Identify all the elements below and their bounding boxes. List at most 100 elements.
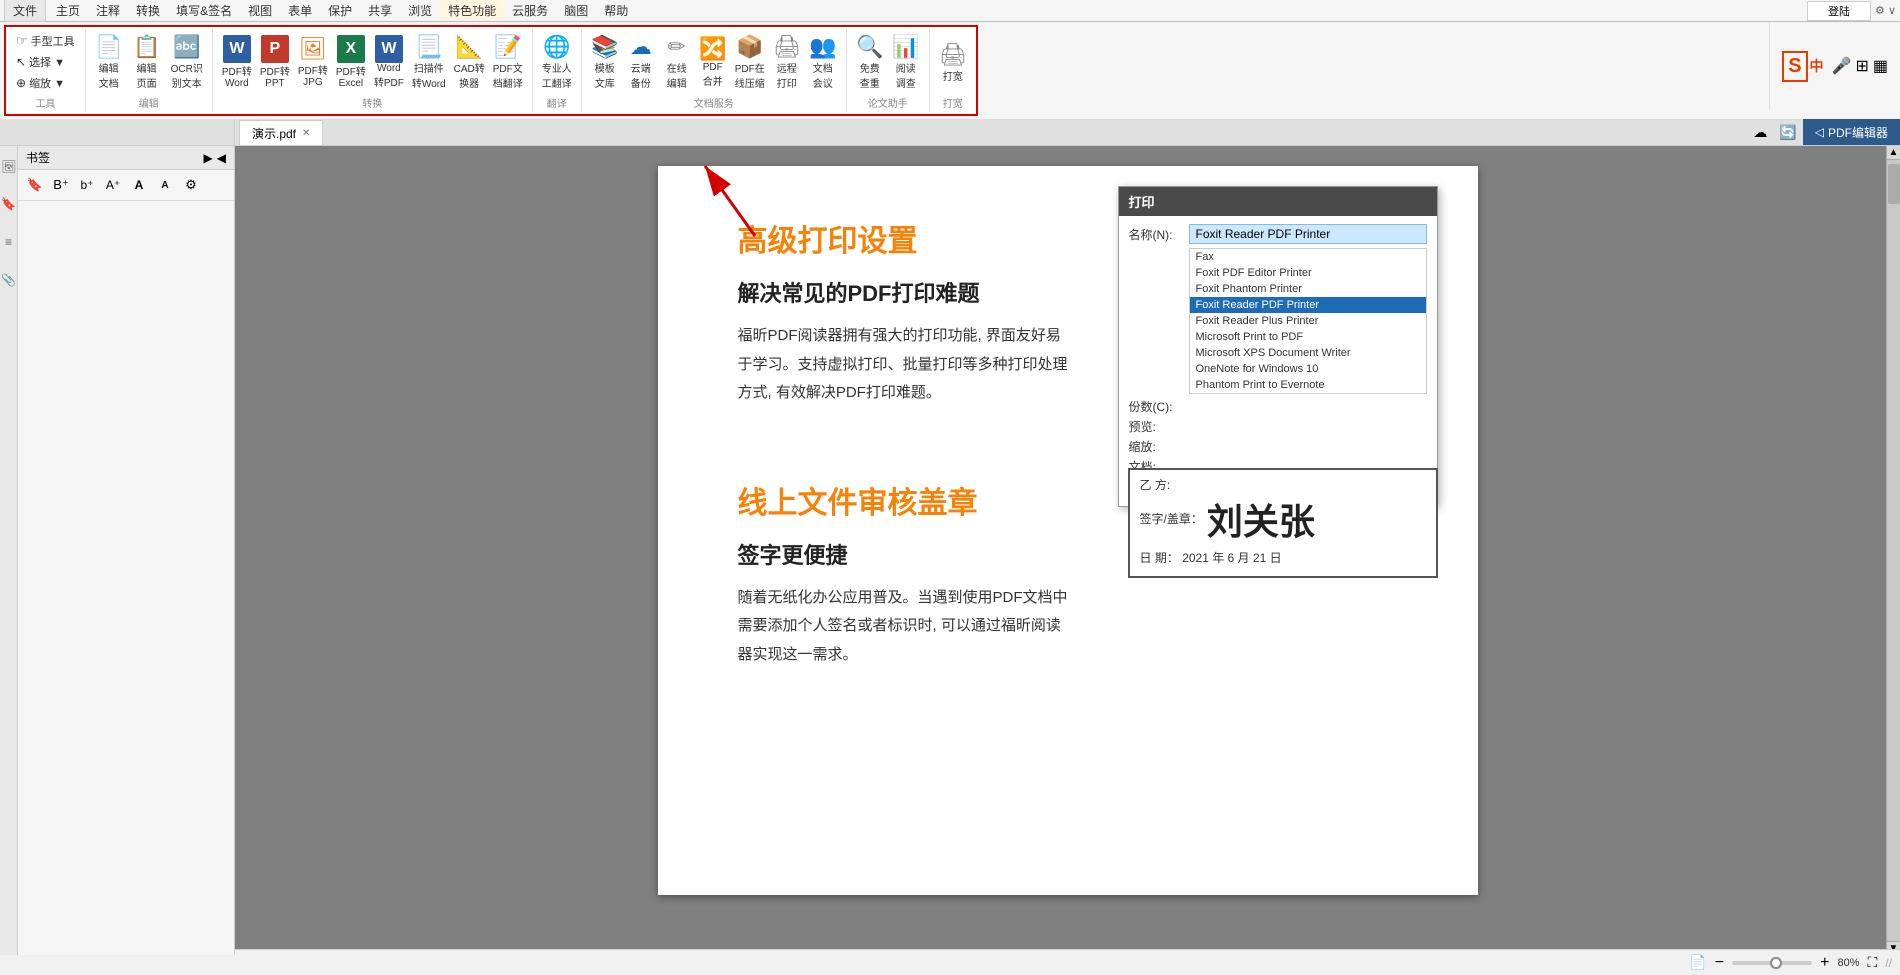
ribbon-convert-group: W PDF转Word P PDF转PPT 🖼 PDF转JPG X PDF转Exc… — [213, 29, 533, 112]
search-input-area[interactable]: 登陆 — [1807, 1, 1871, 21]
pdf-translate-btn[interactable]: 📝 PDF文档翻译 — [490, 32, 526, 92]
menu-mindmap[interactable]: 脑图 — [556, 0, 596, 21]
bookmark-collapse-icon[interactable]: ◀ — [217, 151, 226, 165]
doc-meeting-btn[interactable]: 👥 文档会议 — [806, 32, 840, 92]
print-name-input[interactable]: Foxit Reader PDF Printer — [1189, 224, 1427, 244]
ocr-btn[interactable]: 🔤 OCR识别文本 — [168, 32, 206, 92]
print-action-btn[interactable]: 🖨 打宽 — [936, 40, 970, 85]
printer-fax[interactable]: Fax — [1190, 249, 1426, 265]
printer-foxit-phantom[interactable]: Foxit Phantom Printer — [1190, 281, 1426, 297]
content-area: 高级打印设置 解决常见的PDF打印难题 福昕PDF阅读器拥有强大的打印功能, 界… — [235, 146, 1900, 955]
rename-btn[interactable]: A⁺ — [102, 174, 124, 196]
apps-icon[interactable]: ▦ — [1873, 56, 1888, 76]
add-child-btn[interactable]: b⁺ — [76, 174, 98, 196]
scrollbar[interactable]: ▲ ▼ — [1886, 146, 1900, 955]
pdf-to-excel-btn[interactable]: X PDF转Excel — [333, 33, 369, 91]
section1: 高级打印设置 解决常见的PDF打印难题 福昕PDF阅读器拥有强大的打印功能, 界… — [738, 216, 1398, 408]
menu-view[interactable]: 视图 — [240, 0, 280, 21]
online-edit-btn[interactable]: ✏ 在线编辑 — [660, 32, 694, 92]
zoom-slider-thumb[interactable] — [1770, 957, 1782, 969]
fullscreen-btn[interactable]: ⛶ — [1864, 954, 1882, 971]
signature-box: 乙 方: 签字/盖章： 刘关张 日 期： 2021 年 6 月 21 日 — [1128, 468, 1438, 578]
cad-btn[interactable]: 📐 CAD转换器 — [451, 32, 488, 92]
printer-evernote[interactable]: Phantom Print to Evernote — [1190, 377, 1426, 393]
layers-icon[interactable]: ≡ — [1, 226, 17, 258]
menu-home[interactable]: 主页 — [48, 0, 88, 21]
cloud-icon[interactable]: ☁ — [1747, 120, 1773, 145]
select-tool-btn[interactable]: ↖ 选择 ▼ — [12, 52, 79, 72]
read-survey-btn[interactable]: 📊 阅读调查 — [889, 32, 923, 92]
free-check-btn[interactable]: 🔍 免费查重 — [853, 32, 887, 92]
bookmark-panel: 书签 ▶ ◀ 🔖 B⁺ b⁺ A⁺ A A ⚙ — [18, 146, 234, 955]
scan-to-word-btn[interactable]: 📃 扫描件转Word — [409, 32, 449, 92]
menu-comment[interactable]: 注释 — [88, 0, 128, 21]
attachment-icon[interactable]: 📎 — [1, 264, 17, 296]
zoom-slider-track[interactable] — [1732, 961, 1812, 965]
print-dialog-title: 打印 — [1119, 187, 1437, 216]
bookmark-icon-btn[interactable]: 🔖 — [24, 174, 46, 196]
bookmark-settings-btn[interactable]: ⚙ — [180, 174, 202, 196]
menu-protect[interactable]: 保护 — [320, 0, 360, 21]
page-icon: 📄 — [1689, 954, 1706, 971]
tab-close-icon[interactable]: ✕ — [302, 128, 310, 139]
printer-ms-xps[interactable]: Microsoft XPS Document Writer — [1190, 345, 1426, 361]
left-sidebar: 🖼 🔖 ≡ 📎 书签 ▶ ◀ 🔖 B⁺ b⁺ A⁺ A A — [0, 146, 235, 955]
diagonal-lines-icon: // — [1885, 956, 1892, 970]
menu-convert[interactable]: 转换 — [128, 0, 168, 21]
thumbnail-icon[interactable]: 🖼 — [1, 150, 17, 182]
ribbon-translate-group: 🌐 专业人工翻译 翻译 — [533, 29, 582, 112]
print-group-label: 打宽 — [943, 95, 963, 110]
printer-ms-pdf[interactable]: Microsoft Print to PDF — [1190, 329, 1426, 345]
pdf-editor-btn[interactable]: ◁ PDF编辑器 — [1803, 119, 1900, 145]
menu-help[interactable]: 帮助 — [596, 0, 636, 21]
pdf-to-word-btn[interactable]: W PDF转Word — [219, 33, 255, 91]
pro-translate-btn[interactable]: 🌐 专业人工翻译 — [539, 32, 575, 92]
menu-form[interactable]: 表单 — [280, 0, 320, 21]
remote-print-btn[interactable]: 🖨 远程打印 — [770, 32, 804, 92]
cloud-backup-btn[interactable]: ☁ 云端备份 — [624, 32, 658, 92]
tab-bar: 演示.pdf ✕ ☁ 🔄 ◁ PDF编辑器 — [0, 120, 1900, 146]
menu-file[interactable]: 文件 — [4, 0, 46, 22]
word-to-pdf-btn[interactable]: W Word转PDF — [371, 33, 407, 91]
pdf-to-ppt-btn[interactable]: P PDF转PPT — [257, 33, 293, 91]
print-preview-row: 预览: — [1129, 418, 1427, 435]
assistant-group-label: 论文助手 — [868, 95, 908, 110]
menu-special[interactable]: 特色功能 — [440, 0, 504, 21]
zoom-tool-btn[interactable]: ⊕ 缩放 ▼ — [12, 73, 79, 93]
bookmark-expand-icon[interactable]: ▶ — [204, 151, 213, 165]
zoom-plus-btn[interactable]: + — [1816, 954, 1833, 972]
bookmark-sidebar-icon[interactable]: 🔖 — [1, 188, 17, 220]
edit-page-btn[interactable]: 📋 编辑页面 — [130, 32, 164, 92]
font-larger-btn[interactable]: A — [128, 174, 150, 196]
sync-icon[interactable]: 🔄 — [1773, 120, 1802, 145]
mic-icon[interactable]: 🎤 — [1832, 56, 1852, 76]
menu-fill-sign[interactable]: 填写&签名 — [168, 0, 240, 21]
edit-doc-btn[interactable]: 📄 编辑文档 — [92, 32, 126, 92]
printer-foxit-editor[interactable]: Foxit PDF Editor Printer — [1190, 265, 1426, 281]
print-zoom-label: 缩放: — [1129, 438, 1189, 455]
menu-browse[interactable]: 浏览 — [400, 0, 440, 21]
sign-date: 日 期： 2021 年 6 月 21 日 — [1130, 545, 1436, 570]
printer-foxit-plus[interactable]: Foxit Reader Plus Printer — [1190, 313, 1426, 329]
zoom-minus-btn[interactable]: − — [1711, 954, 1728, 972]
ribbon-outline-box: ☞ 手型工具 ↖ 选择 ▼ ⊕ 缩放 ▼ 工具 📄 编辑文档 — [4, 25, 978, 116]
print-zoom-row: 缩放: — [1129, 438, 1427, 455]
menu-cloud[interactable]: 云服务 — [504, 0, 556, 21]
scroll-up-btn[interactable]: ▲ — [1887, 146, 1900, 160]
pdf-merge-btn[interactable]: 🔀 PDF合并 — [696, 34, 730, 90]
hand-tool-btn[interactable]: ☞ 手型工具 — [12, 31, 79, 51]
print-dialog: 打印 名称(N): Foxit Reader PDF Printer Fax F… — [1118, 186, 1438, 507]
tab-label: 演示.pdf — [252, 125, 296, 142]
active-tab[interactable]: 演示.pdf ✕ — [239, 120, 323, 145]
pdf-to-jpg-btn[interactable]: 🖼 PDF转JPG — [295, 34, 331, 90]
font-smaller-btn[interactable]: A — [154, 174, 176, 196]
add-bookmark-btn[interactable]: B⁺ — [50, 174, 72, 196]
pdf-compress-btn[interactable]: 📦 PDF在线压缩 — [732, 32, 768, 92]
grid-icon[interactable]: ⊞ — [1855, 56, 1868, 76]
section2: 线上文件审核盖章 签字更便捷 随着无纸化办公应用普及。当遇到使用PDF文档中 需… — [738, 478, 1398, 670]
scroll-thumb[interactable] — [1888, 164, 1900, 204]
printer-onenote[interactable]: OneNote for Windows 10 — [1190, 361, 1426, 377]
printer-foxit-reader[interactable]: Foxit Reader PDF Printer — [1190, 297, 1426, 313]
menu-share[interactable]: 共享 — [360, 0, 400, 21]
template-btn[interactable]: 📚 模板文库 — [588, 32, 622, 92]
